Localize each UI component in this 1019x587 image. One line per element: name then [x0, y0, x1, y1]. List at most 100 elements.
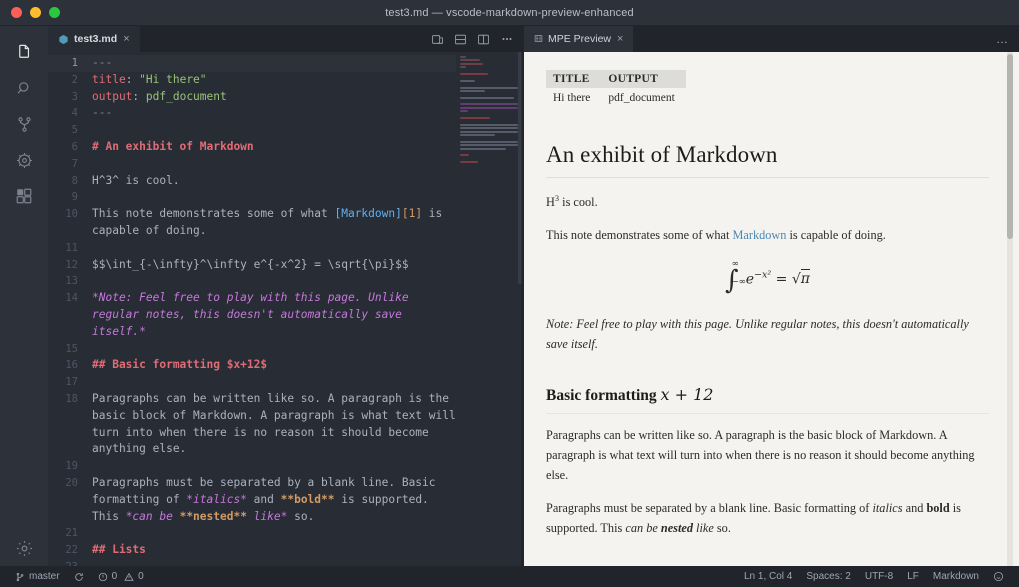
line-content[interactable]: # An exhibit of Markdown — [90, 139, 456, 156]
status-editor-eol[interactable]: LF — [900, 566, 926, 587]
code-line: 3 output: pdf_document — [48, 89, 456, 106]
limit-lower: −∞ — [731, 277, 746, 288]
line-content[interactable] — [90, 273, 456, 290]
markdown-link[interactable]: Markdown — [732, 228, 786, 242]
code-token: output — [92, 89, 133, 103]
line-content[interactable] — [90, 458, 456, 475]
code-line: 11 — [48, 240, 456, 257]
code-line: 7 — [48, 156, 456, 173]
math-e: e — [745, 271, 755, 288]
status-editor-indentation[interactable]: Spaces: 2 — [799, 566, 857, 587]
ellipsis-icon[interactable] — [500, 32, 514, 46]
line-content[interactable] — [90, 122, 456, 139]
split-editor-down-button[interactable] — [454, 33, 467, 46]
status-feedback[interactable] — [986, 566, 1011, 587]
status-bar-left: master 0 0 — [8, 566, 151, 587]
demo-pre: This note demonstrates some of what — [546, 228, 733, 242]
line-number: 22 — [65, 544, 78, 557]
editor-group: test3.md × 1 --- 2 title: "Hi there" 3 o… — [48, 26, 524, 566]
preview-scrollbar-thumb[interactable] — [1007, 54, 1013, 239]
editor-tab-bar: test3.md × — [48, 26, 524, 52]
code-token: pdf_document — [145, 89, 227, 103]
code-editor[interactable]: 1 --- 2 title: "Hi there" 3 output: pdf_docum… — [48, 52, 456, 566]
line-content[interactable] — [90, 240, 456, 257]
h2-text: Basic formatting — [546, 387, 661, 405]
sidebar-item-explorer[interactable] — [0, 34, 48, 70]
line-content[interactable]: $$\int_{-\infty}^\infty e^{-x^2} = \sqrt… — [90, 257, 456, 274]
table-header-row: TITLE OUTPUT — [546, 70, 686, 88]
split-editor-right-button[interactable] — [477, 33, 490, 46]
line-content[interactable]: output: pdf_document — [90, 89, 456, 106]
preview-tab-filler — [634, 26, 986, 52]
line-content[interactable]: title: "Hi there" — [90, 72, 456, 89]
line-content[interactable] — [90, 156, 456, 173]
code-line: 18 Paragraphs can be written like so. A p… — [48, 391, 456, 458]
status-problems[interactable]: 0 0 — [91, 566, 151, 587]
p2-a: Paragraphs must be separated by a blank … — [546, 500, 873, 515]
code-token: Paragraphs can be written like so. A par… — [92, 391, 456, 456]
line-content[interactable] — [90, 189, 456, 206]
line-number: 17 — [65, 376, 78, 389]
line-number: 1 — [48, 55, 90, 72]
open-preview-to-side-button[interactable] — [431, 33, 444, 46]
code-lines: 1 --- 2 title: "Hi there" 3 output: pdf_docum… — [48, 55, 456, 566]
search-icon — [15, 79, 34, 98]
code-token: # An exhibit of Markdown — [92, 139, 254, 153]
line-content[interactable]: ## Basic formatting $x+12$ — [90, 357, 456, 374]
h2-inline-math: x + 12 — [660, 385, 714, 405]
close-icon[interactable]: × — [616, 33, 624, 45]
line-number: 23 — [48, 559, 90, 566]
p2-nested-i2: like — [692, 520, 714, 535]
gear-icon — [15, 539, 34, 558]
code-token: title — [92, 72, 126, 86]
line-content[interactable]: --- — [90, 55, 456, 72]
manage-settings-button[interactable] — [0, 530, 48, 566]
sidebar-item-search[interactable] — [0, 70, 48, 106]
code-token: **nested** — [179, 509, 247, 523]
line-content[interactable]: Paragraphs can be written like so. A par… — [90, 391, 456, 458]
sidebar-item-source-control[interactable] — [0, 106, 48, 142]
status-sync-changes[interactable] — [67, 566, 91, 587]
line-number: 19 — [65, 460, 78, 473]
maximize-window-button[interactable] — [49, 7, 60, 18]
code-line: 5 — [48, 122, 456, 139]
preview-more-actions[interactable]: … — [986, 26, 1019, 52]
status-editor-encoding[interactable]: UTF-8 — [858, 566, 900, 587]
code-line: 4 --- — [48, 105, 456, 122]
line-content[interactable]: Paragraphs must be separated by a blank … — [90, 475, 456, 525]
line-content[interactable]: This note demonstrates some of what [Mar… — [90, 206, 456, 240]
column-header-output: OUTPUT — [601, 70, 686, 88]
minimap-line — [460, 123, 518, 126]
close-window-button[interactable] — [11, 7, 22, 18]
line-content[interactable]: H^3^ is cool. — [90, 173, 456, 190]
minimap-line — [460, 89, 486, 92]
minimize-window-button[interactable] — [30, 7, 41, 18]
line-number: 8 — [71, 174, 78, 187]
demo-post: is capable of doing. — [786, 228, 886, 242]
minimap[interactable] — [456, 52, 524, 566]
line-number: 18 — [65, 392, 78, 405]
line-content[interactable]: --- — [90, 105, 456, 122]
status-git-branch[interactable]: master — [8, 566, 67, 587]
line-content[interactable] — [90, 525, 456, 542]
code-line: 2 title: "Hi there" — [48, 72, 456, 89]
line-content[interactable] — [90, 374, 456, 391]
sidebar-item-extensions[interactable] — [0, 178, 48, 214]
tab-mpe-preview[interactable]: MPE Preview × — [524, 26, 635, 52]
minimap-line — [460, 133, 495, 136]
status-editor-language[interactable]: Markdown — [926, 566, 986, 587]
close-icon[interactable]: × — [122, 33, 130, 45]
line-content[interactable]: ## Lists — [90, 542, 456, 559]
line-content[interactable]: *Note: Feel free to play with this page.… — [90, 290, 456, 340]
tab-test3-md[interactable]: test3.md × — [48, 26, 141, 52]
markdown-preview[interactable]: TITLE OUTPUT Hi there pdf_document An ex… — [524, 52, 1019, 566]
sidebar-item-run-and-debug[interactable] — [0, 142, 48, 178]
window-controls — [0, 7, 60, 18]
minimap-line — [460, 56, 466, 58]
smiley-icon — [993, 571, 1004, 582]
line-number: 6 — [71, 140, 78, 153]
status-editor-position[interactable]: Ln 1, Col 4 — [737, 566, 799, 587]
line-content[interactable] — [90, 559, 456, 566]
preview-tab-label: MPE Preview — [548, 33, 612, 45]
line-content[interactable] — [90, 341, 456, 358]
